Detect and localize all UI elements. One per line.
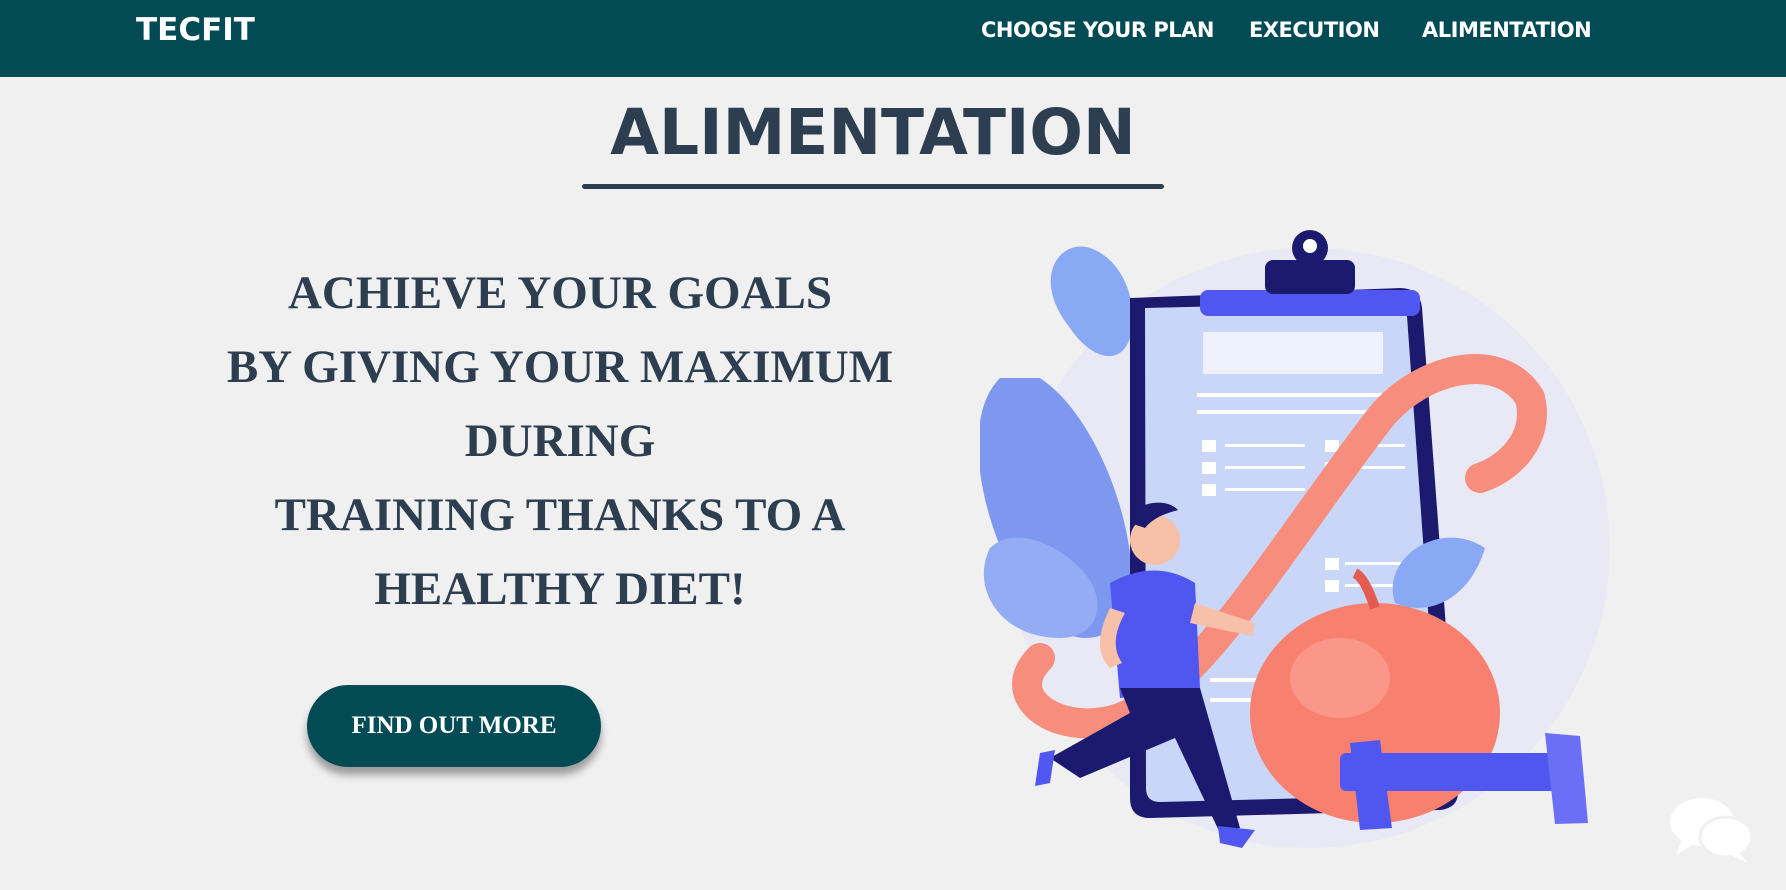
hero-text: ACHIEVE YOUR GOALS BY GIVING YOUR MAXIMU… [180,256,940,626]
nav-link-execution[interactable]: EXECUTION [1249,18,1380,42]
hero-line: HEALTHY DIET! [374,563,746,615]
hero-line: BY GIVING YOUR MAXIMUM [226,341,894,393]
hero-line: DURING [464,415,656,467]
hero-line: ACHIEVE YOUR GOALS [287,267,833,319]
fitness-diet-illustration [980,230,1610,848]
chat-bubbles-icon[interactable] [1668,795,1756,865]
top-navbar: TECFIT CHOOSE YOUR PLAN EXECUTION ALIMEN… [0,0,1786,77]
find-out-more-button[interactable]: FIND OUT MORE [307,685,601,767]
hero-line: TRAINING THANKS TO A [274,489,846,541]
title-underline [582,184,1164,189]
page-title: ALIMENTATION [610,96,1136,169]
nav-link-alimentation[interactable]: ALIMENTATION [1422,18,1592,42]
brand-logo[interactable]: TECFIT [136,12,255,48]
nav-link-choose-your-plan[interactable]: CHOOSE YOUR PLAN [981,18,1214,42]
